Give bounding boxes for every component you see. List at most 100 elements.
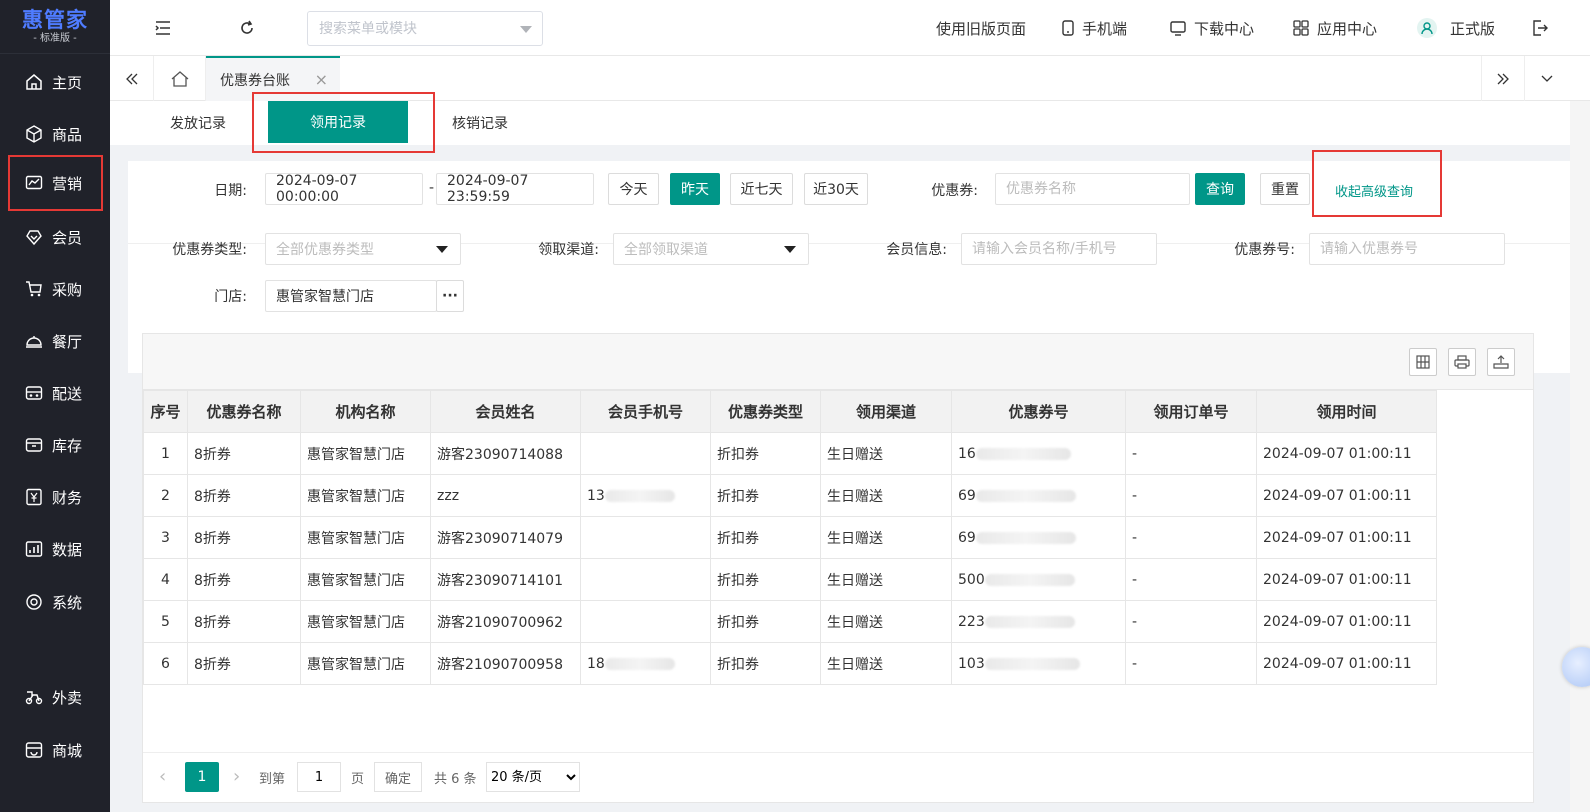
sidebar-item-marketing[interactable]: 营销 — [8, 155, 103, 211]
download-center-link[interactable]: 下载中心 — [1170, 17, 1254, 39]
coupon-no-value: 223 — [958, 613, 985, 630]
close-icon[interactable]: × — [315, 70, 328, 89]
table-row[interactable]: 6 8折券 惠管家智慧门店 游客21090700958 18 折扣券 生日赠送 … — [143, 642, 1437, 685]
main-content: 发放记录 领用记录 核销记录 日期: 2024-09-07 00:00:00 -… — [110, 92, 1570, 812]
version-link[interactable]: 正式版 — [1416, 17, 1495, 39]
sidebar-item-restaurant[interactable]: 餐厅 — [0, 317, 110, 365]
column-header[interactable]: 优惠券名称 — [187, 390, 301, 433]
yesterday-button[interactable]: 昨天 — [670, 173, 720, 205]
tab-scroll-right-icon[interactable] — [1481, 56, 1525, 101]
next-page-icon[interactable]: › — [233, 766, 240, 787]
export-icon[interactable] — [1487, 348, 1515, 376]
table-row[interactable]: 2 8折券 惠管家智慧门店 zzz 13 折扣券 生日赠送 69 - 2024-… — [143, 474, 1437, 517]
sidebar-item-delivery[interactable]: 配送 — [0, 369, 110, 417]
member-info-label: 会员信息: — [886, 242, 947, 258]
tab-receive-records[interactable]: 领用记录 — [268, 101, 408, 143]
last-30-days-button[interactable]: 近30天 — [804, 173, 868, 205]
last-7-days-button[interactable]: 近七天 — [730, 173, 793, 205]
goto-page-input[interactable] — [297, 762, 341, 792]
coupon-number-field[interactable] — [1309, 233, 1505, 265]
member-info-field[interactable] — [961, 233, 1157, 265]
download-label: 下载中心 — [1194, 19, 1255, 38]
column-header[interactable]: 序号 — [143, 390, 188, 433]
tab-menu-chevron-icon[interactable] — [1525, 56, 1569, 101]
coupon-name-field[interactable] — [995, 173, 1190, 205]
cell-coupon-no: 69 — [951, 516, 1126, 559]
table-row[interactable]: 5 8折券 惠管家智慧门店 游客21090700962 折扣券 生日赠送 223… — [143, 600, 1437, 643]
today-button[interactable]: 今天 — [608, 173, 659, 205]
logout-icon[interactable] — [1530, 18, 1550, 38]
column-header[interactable]: 会员手机号 — [580, 390, 711, 433]
sidebar-item-label: 库存 — [52, 436, 83, 455]
toggle-advanced-query-link[interactable]: 收起高级查询 — [1335, 181, 1413, 200]
date-separator: - — [428, 180, 434, 196]
channel-select[interactable]: 全部领取渠道 — [613, 233, 809, 265]
page-size-select[interactable]: 20 条/页 — [486, 762, 580, 792]
table-row[interactable]: 1 8折券 惠管家智慧门店 游客23090714088 折扣券 生日赠送 16 … — [143, 432, 1437, 475]
cell-order: - — [1125, 432, 1257, 475]
tab-coupon-ledger[interactable]: 优惠券台账 × — [206, 56, 340, 101]
sidebar-item-mall[interactable]: 商城 — [0, 726, 110, 774]
redacted-mark — [604, 489, 675, 502]
redacted-mark — [984, 657, 1080, 670]
column-header[interactable]: 领用订单号 — [1125, 390, 1257, 433]
cell-org: 惠管家智慧门店 — [300, 600, 431, 643]
table-row[interactable]: 3 8折券 惠管家智慧门店 游客23090714079 折扣券 生日赠送 69 … — [143, 516, 1437, 559]
store-picker-button[interactable]: ··· — [436, 280, 464, 312]
cell-phone — [580, 516, 711, 559]
tab-issue-records[interactable]: 发放记录 — [170, 101, 226, 145]
columns-icon[interactable] — [1409, 348, 1437, 376]
prev-page-icon[interactable]: ‹ — [159, 766, 166, 787]
mobile-link[interactable]: 手机端 — [1062, 17, 1127, 39]
cell-order: - — [1125, 558, 1257, 601]
sidebar-item-goods[interactable]: 商品 — [0, 110, 110, 158]
member-info-input[interactable] — [972, 241, 1156, 257]
cell-phone — [580, 558, 711, 601]
sidebar-item-member[interactable]: 会员 — [0, 213, 110, 261]
tab-home-icon[interactable] — [154, 56, 206, 101]
menu-search-input[interactable] — [319, 20, 509, 37]
reset-button[interactable]: 重置 — [1260, 173, 1310, 205]
menu-search[interactable] — [307, 11, 543, 46]
sidebar-item-stock[interactable]: 库存 — [0, 421, 110, 469]
cell-channel: 生日赠送 — [820, 558, 952, 601]
scrollbar[interactable] — [1570, 101, 1590, 812]
refresh-icon[interactable] — [237, 18, 257, 38]
cell-order: - — [1125, 600, 1257, 643]
sidebar-item-takeout[interactable]: 外卖 — [0, 673, 110, 721]
store-field[interactable]: 惠管家智慧门店 — [265, 280, 437, 312]
sidebar-item-home[interactable]: 主页 — [0, 58, 110, 106]
redacted-mark — [975, 447, 1071, 460]
channel-value: 全部领取渠道 — [624, 242, 708, 258]
sidebar-item-system[interactable]: 系统 — [0, 578, 110, 626]
column-header[interactable]: 优惠券号 — [951, 390, 1126, 433]
column-header[interactable]: 优惠券类型 — [710, 390, 821, 433]
logo[interactable]: 惠管家 - 标准版 - — [0, 0, 110, 54]
goto-confirm-button[interactable]: 确定 — [374, 762, 422, 792]
cell-member: 游客23090714101 — [430, 558, 581, 601]
column-header[interactable]: 领用渠道 — [820, 390, 952, 433]
app-center-link[interactable]: 应用中心 — [1293, 17, 1377, 39]
column-header[interactable]: 机构名称 — [300, 390, 431, 433]
date-end-input[interactable]: 2024-09-07 23:59:59 — [436, 173, 594, 205]
sidebar-item-finance[interactable]: 财务 — [0, 473, 110, 521]
tab-writeoff-records[interactable]: 核销记录 — [452, 101, 508, 145]
table-row[interactable]: 4 8折券 惠管家智慧门店 游客23090714101 折扣券 生日赠送 500… — [143, 558, 1437, 601]
sidebar-item-data[interactable]: 数据 — [0, 525, 110, 573]
column-header[interactable]: 领用时间 — [1256, 390, 1437, 433]
coupon-type-select[interactable]: 全部优惠券类型 — [265, 233, 461, 265]
coupon-number-input[interactable] — [1320, 241, 1504, 257]
tab-scroll-left-icon[interactable] — [110, 56, 154, 101]
print-icon[interactable] — [1448, 348, 1476, 376]
sidebar-item-purchase[interactable]: 采购 — [0, 265, 110, 313]
menu-collapse-icon[interactable] — [153, 18, 173, 38]
cell-org: 惠管家智慧门店 — [300, 516, 431, 559]
date-start-input[interactable]: 2024-09-07 00:00:00 — [265, 173, 423, 205]
page-number-current[interactable]: 1 — [185, 762, 219, 792]
column-header[interactable]: 会员姓名 — [430, 390, 581, 433]
date-end-value: 2024-09-07 23:59:59 — [447, 173, 529, 205]
coupon-name-input[interactable] — [1006, 181, 1189, 197]
old-page-link[interactable]: 使用旧版页面 — [936, 17, 1026, 39]
coupon-no-value: 103 — [958, 655, 985, 672]
query-button[interactable]: 查询 — [1195, 173, 1245, 205]
